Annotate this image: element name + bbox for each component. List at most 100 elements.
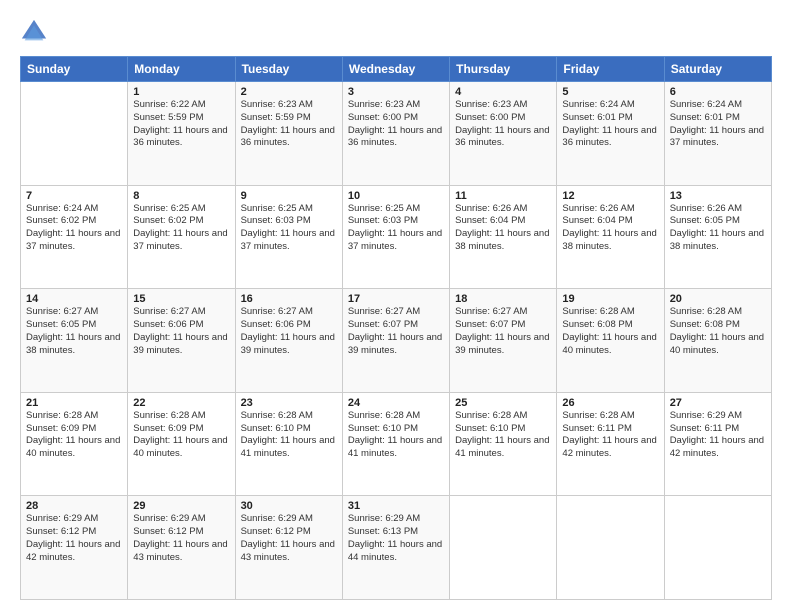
calendar-day-cell: 26Sunrise: 6:28 AMSunset: 6:11 PMDayligh… bbox=[557, 392, 664, 496]
calendar-day-cell: 11Sunrise: 6:26 AMSunset: 6:04 PMDayligh… bbox=[450, 185, 557, 289]
day-number: 5 bbox=[562, 86, 658, 98]
calendar-day-cell: 19Sunrise: 6:28 AMSunset: 6:08 PMDayligh… bbox=[557, 289, 664, 393]
day-detail: Sunrise: 6:24 AMSunset: 6:02 PMDaylight:… bbox=[26, 203, 122, 254]
day-detail: Sunrise: 6:24 AMSunset: 6:01 PMDaylight:… bbox=[670, 99, 766, 150]
calendar-week-row: 28Sunrise: 6:29 AMSunset: 6:12 PMDayligh… bbox=[21, 496, 772, 600]
calendar-day-cell: 12Sunrise: 6:26 AMSunset: 6:04 PMDayligh… bbox=[557, 185, 664, 289]
logo bbox=[20, 18, 52, 46]
calendar-day-cell: 22Sunrise: 6:28 AMSunset: 6:09 PMDayligh… bbox=[128, 392, 235, 496]
calendar-day-cell: 17Sunrise: 6:27 AMSunset: 6:07 PMDayligh… bbox=[342, 289, 449, 393]
weekday-header-cell: Saturday bbox=[664, 57, 771, 82]
day-detail: Sunrise: 6:26 AMSunset: 6:04 PMDaylight:… bbox=[455, 203, 551, 254]
day-number: 3 bbox=[348, 86, 444, 98]
calendar-day-cell: 3Sunrise: 6:23 AMSunset: 6:00 PMDaylight… bbox=[342, 82, 449, 186]
calendar-day-cell: 2Sunrise: 6:23 AMSunset: 5:59 PMDaylight… bbox=[235, 82, 342, 186]
day-detail: Sunrise: 6:28 AMSunset: 6:10 PMDaylight:… bbox=[241, 410, 337, 461]
day-detail: Sunrise: 6:28 AMSunset: 6:09 PMDaylight:… bbox=[133, 410, 229, 461]
day-detail: Sunrise: 6:23 AMSunset: 6:00 PMDaylight:… bbox=[455, 99, 551, 150]
calendar-day-cell: 30Sunrise: 6:29 AMSunset: 6:12 PMDayligh… bbox=[235, 496, 342, 600]
day-number: 25 bbox=[455, 397, 551, 409]
day-number: 19 bbox=[562, 293, 658, 305]
calendar-day-cell: 7Sunrise: 6:24 AMSunset: 6:02 PMDaylight… bbox=[21, 185, 128, 289]
day-detail: Sunrise: 6:27 AMSunset: 6:06 PMDaylight:… bbox=[133, 306, 229, 357]
day-detail: Sunrise: 6:28 AMSunset: 6:10 PMDaylight:… bbox=[348, 410, 444, 461]
weekday-header-cell: Monday bbox=[128, 57, 235, 82]
calendar-day-cell: 20Sunrise: 6:28 AMSunset: 6:08 PMDayligh… bbox=[664, 289, 771, 393]
day-number: 4 bbox=[455, 86, 551, 98]
day-number: 13 bbox=[670, 190, 766, 202]
day-number: 24 bbox=[348, 397, 444, 409]
weekday-header-row: SundayMondayTuesdayWednesdayThursdayFrid… bbox=[21, 57, 772, 82]
day-detail: Sunrise: 6:28 AMSunset: 6:08 PMDaylight:… bbox=[670, 306, 766, 357]
calendar-day-cell: 14Sunrise: 6:27 AMSunset: 6:05 PMDayligh… bbox=[21, 289, 128, 393]
day-number: 21 bbox=[26, 397, 122, 409]
day-number: 11 bbox=[455, 190, 551, 202]
calendar-day-cell: 9Sunrise: 6:25 AMSunset: 6:03 PMDaylight… bbox=[235, 185, 342, 289]
weekday-header-cell: Friday bbox=[557, 57, 664, 82]
day-number: 30 bbox=[241, 500, 337, 512]
day-detail: Sunrise: 6:29 AMSunset: 6:12 PMDaylight:… bbox=[26, 513, 122, 564]
day-number: 22 bbox=[133, 397, 229, 409]
calendar-table: SundayMondayTuesdayWednesdayThursdayFrid… bbox=[20, 56, 772, 600]
calendar-day-cell: 29Sunrise: 6:29 AMSunset: 6:12 PMDayligh… bbox=[128, 496, 235, 600]
day-detail: Sunrise: 6:29 AMSunset: 6:11 PMDaylight:… bbox=[670, 410, 766, 461]
calendar-body: 1Sunrise: 6:22 AMSunset: 5:59 PMDaylight… bbox=[21, 82, 772, 600]
calendar-day-cell: 1Sunrise: 6:22 AMSunset: 5:59 PMDaylight… bbox=[128, 82, 235, 186]
day-detail: Sunrise: 6:23 AMSunset: 6:00 PMDaylight:… bbox=[348, 99, 444, 150]
day-number: 26 bbox=[562, 397, 658, 409]
calendar-day-cell: 8Sunrise: 6:25 AMSunset: 6:02 PMDaylight… bbox=[128, 185, 235, 289]
day-number: 12 bbox=[562, 190, 658, 202]
calendar-week-row: 1Sunrise: 6:22 AMSunset: 5:59 PMDaylight… bbox=[21, 82, 772, 186]
page: SundayMondayTuesdayWednesdayThursdayFrid… bbox=[0, 0, 792, 612]
calendar-day-cell: 10Sunrise: 6:25 AMSunset: 6:03 PMDayligh… bbox=[342, 185, 449, 289]
day-number: 20 bbox=[670, 293, 766, 305]
calendar-day-cell: 18Sunrise: 6:27 AMSunset: 6:07 PMDayligh… bbox=[450, 289, 557, 393]
day-number: 9 bbox=[241, 190, 337, 202]
day-number: 6 bbox=[670, 86, 766, 98]
calendar-day-cell: 21Sunrise: 6:28 AMSunset: 6:09 PMDayligh… bbox=[21, 392, 128, 496]
calendar-day-cell: 27Sunrise: 6:29 AMSunset: 6:11 PMDayligh… bbox=[664, 392, 771, 496]
calendar-week-row: 21 Sunrise: 6:28 AMSunset: 6:09 PMDayligh… bbox=[21, 392, 772, 496]
day-number: 28 bbox=[26, 500, 122, 512]
day-number: 1 bbox=[133, 86, 229, 98]
day-number: 31 bbox=[348, 500, 444, 512]
weekday-header-cell: Thursday bbox=[450, 57, 557, 82]
calendar-day-cell: 15Sunrise: 6:27 AMSunset: 6:06 PMDayligh… bbox=[128, 289, 235, 393]
day-number: 23 bbox=[241, 397, 337, 409]
calendar-day-cell: 13Sunrise: 6:26 AMSunset: 6:05 PMDayligh… bbox=[664, 185, 771, 289]
day-detail: Sunrise: 6:27 AMSunset: 6:06 PMDaylight:… bbox=[241, 306, 337, 357]
header bbox=[20, 18, 772, 46]
day-detail: Sunrise: 6:26 AMSunset: 6:04 PMDaylight:… bbox=[562, 203, 658, 254]
weekday-header-cell: Wednesday bbox=[342, 57, 449, 82]
day-detail: Sunrise: 6:29 AMSunset: 6:12 PMDaylight:… bbox=[133, 513, 229, 564]
day-detail: Sunrise: 6:22 AMSunset: 5:59 PMDaylight:… bbox=[133, 99, 229, 150]
day-number: 17 bbox=[348, 293, 444, 305]
calendar-week-row: 14Sunrise: 6:27 AMSunset: 6:05 PMDayligh… bbox=[21, 289, 772, 393]
calendar-day-cell: 31Sunrise: 6:29 AMSunset: 6:13 PMDayligh… bbox=[342, 496, 449, 600]
day-number: 10 bbox=[348, 190, 444, 202]
calendar-day-cell bbox=[450, 496, 557, 600]
day-detail: Sunrise: 6:24 AMSunset: 6:01 PMDaylight:… bbox=[562, 99, 658, 150]
day-detail: Sunrise: 6:28 AMSunset: 6:11 PMDaylight:… bbox=[562, 410, 658, 461]
calendar-day-cell: 4Sunrise: 6:23 AMSunset: 6:00 PMDaylight… bbox=[450, 82, 557, 186]
calendar-day-cell: 28Sunrise: 6:29 AMSunset: 6:12 PMDayligh… bbox=[21, 496, 128, 600]
day-detail: Sunrise: 6:27 AMSunset: 6:05 PMDaylight:… bbox=[26, 306, 122, 357]
day-detail: Sunrise: 6:27 AMSunset: 6:07 PMDaylight:… bbox=[348, 306, 444, 357]
calendar-day-cell: 5Sunrise: 6:24 AMSunset: 6:01 PMDaylight… bbox=[557, 82, 664, 186]
day-detail: Sunrise: 6:23 AMSunset: 5:59 PMDaylight:… bbox=[241, 99, 337, 150]
day-detail: Sunrise: 6:26 AMSunset: 6:05 PMDaylight:… bbox=[670, 203, 766, 254]
day-detail: Sunrise: 6:29 AMSunset: 6:13 PMDaylight:… bbox=[348, 513, 444, 564]
calendar-day-cell bbox=[21, 82, 128, 186]
calendar-day-cell: 16Sunrise: 6:27 AMSunset: 6:06 PMDayligh… bbox=[235, 289, 342, 393]
calendar-day-cell bbox=[557, 496, 664, 600]
logo-icon bbox=[20, 18, 48, 46]
day-number: 15 bbox=[133, 293, 229, 305]
weekday-header-cell: Sunday bbox=[21, 57, 128, 82]
day-number: 27 bbox=[670, 397, 766, 409]
weekday-header-cell: Tuesday bbox=[235, 57, 342, 82]
day-number: 18 bbox=[455, 293, 551, 305]
day-detail: Sunrise: 6:27 AMSunset: 6:07 PMDaylight:… bbox=[455, 306, 551, 357]
day-number: 29 bbox=[133, 500, 229, 512]
day-number: 2 bbox=[241, 86, 337, 98]
day-detail: Sunrise: 6:25 AMSunset: 6:03 PMDaylight:… bbox=[241, 203, 337, 254]
